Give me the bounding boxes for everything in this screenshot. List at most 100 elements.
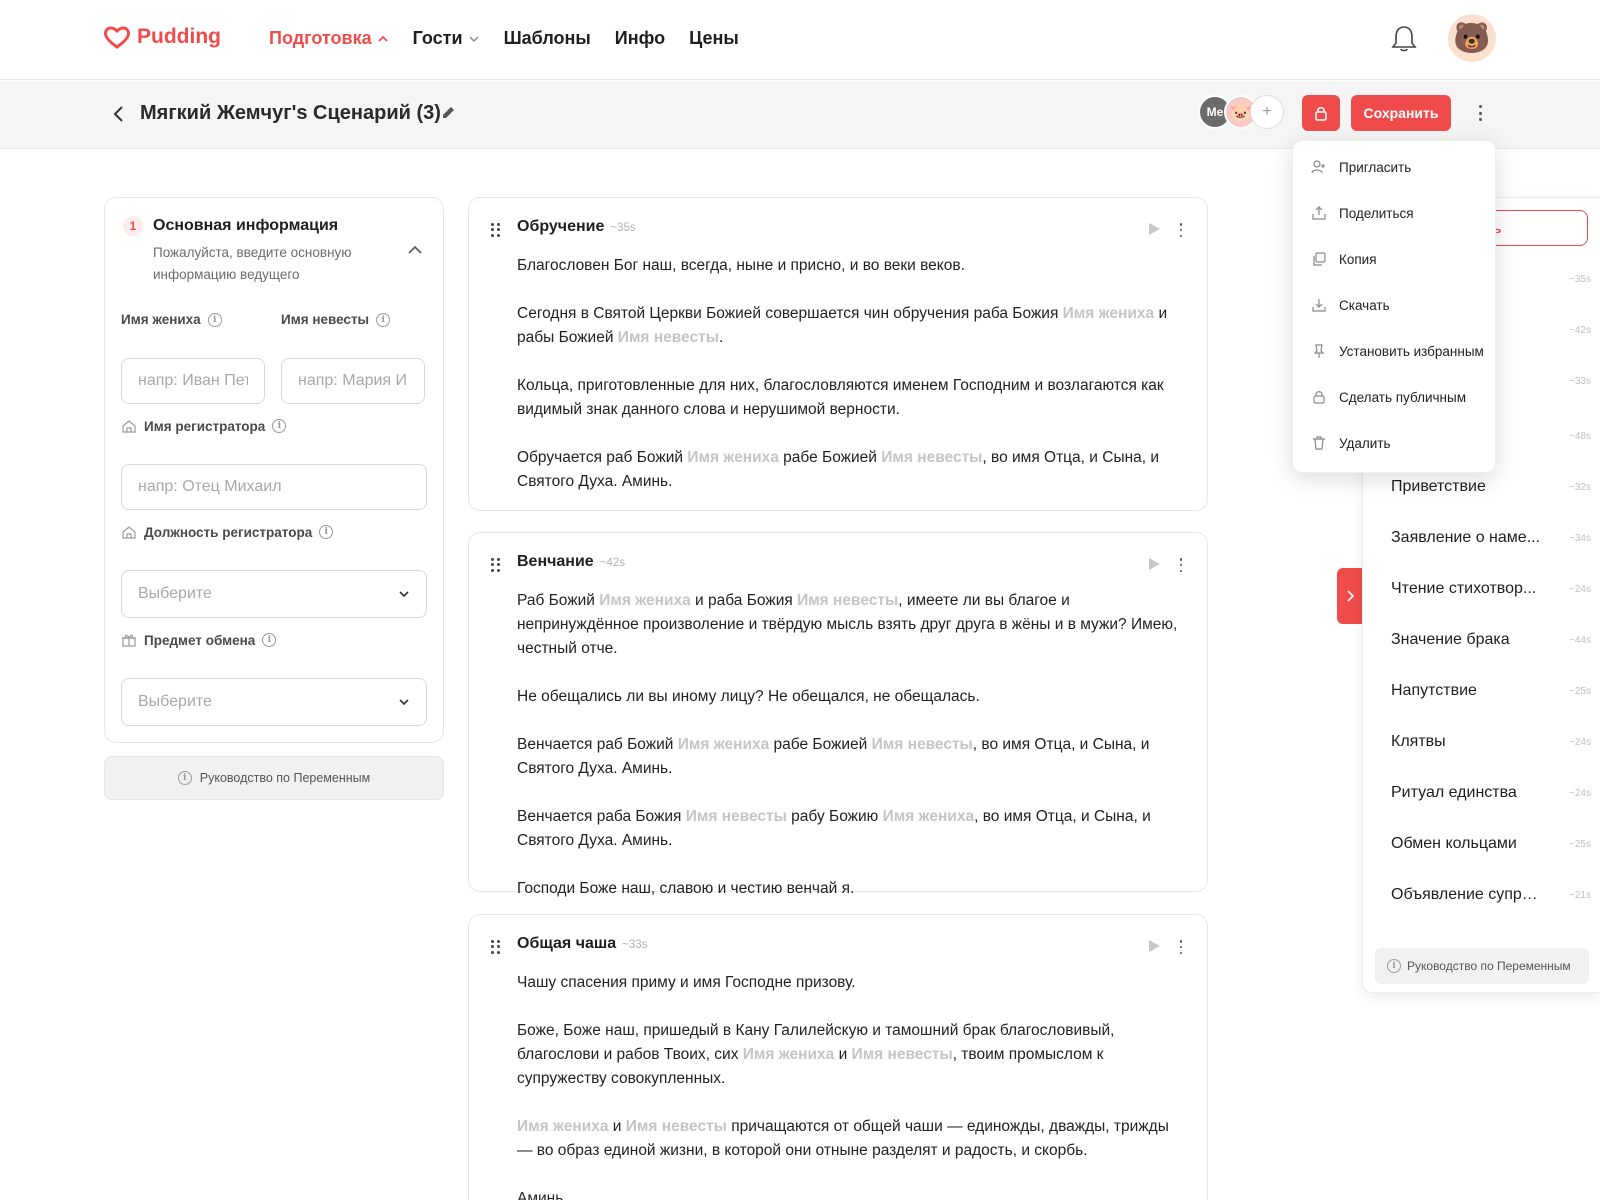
outline-item[interactable]: Значение брака ~44s	[1391, 631, 1591, 649]
outline-item-duration: ~24s	[1569, 736, 1591, 748]
script-paragraph: Благословен Бог наш, всегда, ныне и прис…	[517, 254, 1187, 278]
menu-item-pin[interactable]: Установить избранным	[1311, 343, 1484, 359]
outline-item[interactable]: Ритуал единства ~24s	[1391, 784, 1591, 802]
label-text: Предмет обмена	[144, 632, 256, 648]
variable-guide-button[interactable]: i Руководство по Переменным	[1375, 948, 1589, 984]
section-text: Чашу спасения приму и имя Господне призо…	[517, 971, 1187, 1200]
variable-guide-button[interactable]: i Руководство по Переменным	[104, 756, 444, 800]
script-text: и	[834, 1046, 852, 1063]
more-options-icon[interactable]	[1177, 940, 1185, 954]
menu-item-download[interactable]: Скачать	[1311, 297, 1390, 313]
menu-item-share[interactable]: Поделиться	[1311, 205, 1414, 221]
outline-item[interactable]: Обмен кольцами ~25s	[1391, 835, 1591, 853]
more-options-icon[interactable]	[1177, 558, 1185, 572]
collapse-chevron-icon[interactable]	[407, 242, 423, 258]
label-text: Имя жениха	[121, 312, 201, 327]
script-paragraph: Кольца, приготовленные для них, благосло…	[517, 374, 1187, 422]
exchange-item-select[interactable]: Выберите	[121, 678, 427, 726]
outline-item[interactable]: Клятвы ~24s	[1391, 733, 1591, 751]
add-collaborator-button[interactable]: +	[1250, 95, 1284, 129]
info-icon[interactable]: i	[376, 312, 391, 327]
registrar-label: Имя регистратора i	[121, 418, 287, 434]
outline-item[interactable]: Заявление о наме... ~34s	[1391, 529, 1591, 547]
info-icon: i	[177, 771, 192, 785]
script-paragraph: Господи Боже наш, славою и честию венчай…	[517, 877, 1187, 901]
options-dropdown-menu: Пригласить Поделиться Копия Скачать Уста…	[1292, 140, 1496, 473]
variable-placeholder: Имя жениха	[742, 1046, 835, 1063]
nav-item-label: Подготовка	[269, 28, 372, 48]
script-text: Аминь.	[517, 1190, 568, 1200]
guide-label: Руководство по Переменным	[1407, 959, 1571, 973]
variable-placeholder: Имя невесты	[871, 736, 973, 753]
menu-item-label: Поделиться	[1339, 205, 1414, 221]
info-icon[interactable]: i	[207, 312, 222, 327]
menu-item-label: Сделать публичным	[1339, 389, 1466, 405]
play-icon[interactable]	[1147, 557, 1161, 571]
outline-item[interactable]: Чтение стихотвор... ~24s	[1391, 580, 1591, 598]
bell-icon[interactable]	[1390, 24, 1418, 54]
trash-icon	[1313, 436, 1325, 450]
section-text: Благословен Бог наш, всегда, ныне и прис…	[517, 254, 1187, 518]
section-duration: ~42s	[599, 557, 625, 569]
chevron-down-icon	[399, 591, 409, 598]
registrar-name-input[interactable]	[121, 464, 427, 510]
script-text: и	[608, 1118, 626, 1135]
menu-item-make-public[interactable]: Сделать публичным	[1311, 389, 1466, 405]
info-icon[interactable]: i	[319, 525, 334, 539]
church-icon	[122, 420, 136, 433]
more-options-icon[interactable]	[1472, 103, 1488, 123]
nav-item-info[interactable]: Инфо	[615, 28, 665, 49]
play-icon[interactable]	[1147, 939, 1161, 953]
drag-handle-icon[interactable]	[491, 558, 501, 572]
script-text: и раба Божия	[690, 592, 798, 609]
section-subtitle: Пожалуйста, введите основную информацию …	[153, 245, 352, 282]
outline-item-label: Значение брака	[1391, 631, 1510, 648]
outline-item[interactable]: Объявление супру... ~21s	[1391, 886, 1591, 904]
nav-item-guests[interactable]: Гости	[413, 28, 480, 49]
script-paragraph: Чашу спасения приму и имя Господне призо…	[517, 971, 1187, 995]
chevron-right-icon	[1347, 590, 1355, 602]
user-avatar[interactable]: 🐻	[1448, 14, 1496, 62]
logo[interactable]: Pudding	[103, 25, 221, 49]
outline-item-duration: ~21s	[1569, 889, 1591, 901]
nav-item-label: Инфо	[614, 28, 666, 48]
outline-item[interactable]: Приветствие ~32s	[1391, 478, 1591, 496]
script-section-card: Венчание ~42s Раб Божий Имя жениха и раб…	[468, 532, 1208, 897]
back-arrow-icon[interactable]	[110, 103, 128, 125]
groom-name-input[interactable]	[121, 358, 265, 404]
play-icon[interactable]	[1147, 222, 1161, 236]
outline-item-label: Напутствие	[1391, 682, 1477, 699]
info-icon[interactable]: i	[262, 633, 277, 647]
menu-item-copy[interactable]: Копия	[1311, 251, 1377, 267]
nav-item-prices[interactable]: Цены	[689, 28, 739, 49]
variable-placeholder: Имя невесты	[685, 808, 787, 825]
info-icon[interactable]: i	[272, 419, 287, 433]
drag-handle-icon[interactable]	[491, 223, 501, 237]
registrar-position-select[interactable]: Выберите	[121, 570, 427, 618]
section-title: Общая чаша	[517, 935, 617, 952]
more-options-icon[interactable]	[1177, 223, 1185, 237]
heart-logo-icon	[103, 26, 131, 49]
section-duration: ~33s	[622, 939, 648, 951]
pencil-icon[interactable]	[440, 105, 456, 121]
groom-label: Имя жениха i	[121, 312, 222, 327]
variable-placeholder: Имя жениха	[687, 449, 779, 466]
variable-placeholder: Имя невесты	[625, 1118, 727, 1135]
lock-icon	[1315, 107, 1327, 121]
label-text: Должность регистратора	[144, 524, 313, 540]
section-heading: Венчание ~42s	[517, 553, 625, 571]
outline-toggle-button[interactable]	[1337, 568, 1363, 624]
script-section-card: Общая чаша ~33s Чашу спасения приму и им…	[468, 914, 1208, 1200]
lock-button[interactable]	[1302, 95, 1340, 131]
nav-item-preparation[interactable]: Подготовка	[269, 28, 389, 49]
lock-icon	[1313, 391, 1325, 404]
section-title: Основная информация	[153, 217, 339, 234]
bride-name-input[interactable]	[281, 358, 425, 404]
info-icon: i	[1387, 959, 1401, 973]
drag-handle-icon[interactable]	[491, 940, 501, 954]
nav-item-templates[interactable]: Шаблоны	[504, 28, 591, 49]
save-button[interactable]: Сохранить	[1351, 95, 1451, 131]
menu-item-delete[interactable]: Удалить	[1311, 435, 1391, 451]
outline-item[interactable]: Напутствие ~25s	[1391, 682, 1591, 700]
menu-item-invite[interactable]: Пригласить	[1311, 159, 1411, 175]
